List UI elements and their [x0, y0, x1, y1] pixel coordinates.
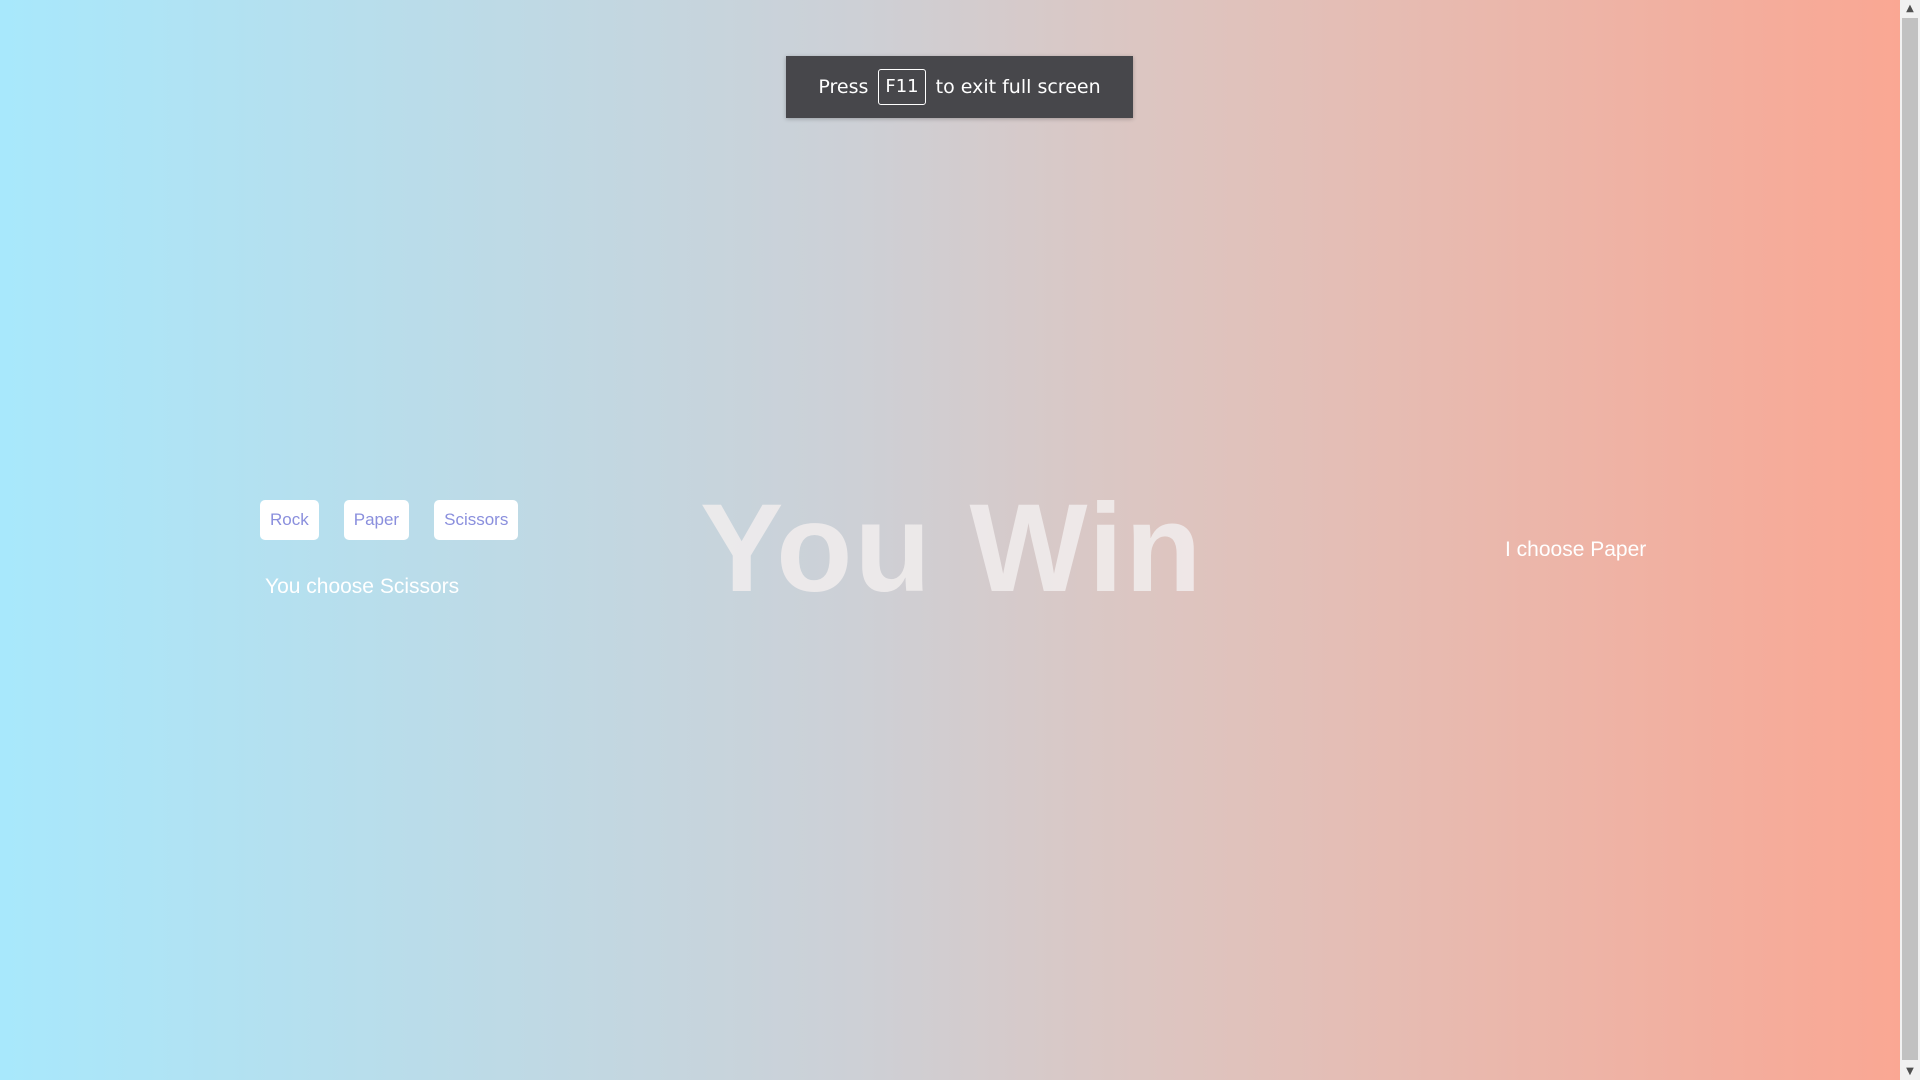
f11-key-badge: F11: [878, 69, 926, 105]
rock-button[interactable]: Rock: [260, 500, 319, 540]
scrollbar-thumb[interactable]: [1902, 18, 1918, 1060]
game-page: Press F11 to exit full screen Rock Paper…: [0, 0, 1900, 1080]
fullscreen-notice-suffix: to exit full screen: [935, 76, 1101, 98]
scroll-up-icon[interactable]: ▲: [1900, 0, 1920, 17]
fullscreen-exit-notice: Press F11 to exit full screen: [786, 56, 1133, 118]
scroll-down-icon[interactable]: ▼: [1900, 1063, 1920, 1080]
paper-button[interactable]: Paper: [343, 500, 410, 540]
result-text: You Win: [700, 479, 1204, 618]
computer-choice-text: I choose Paper: [1505, 538, 1647, 561]
vertical-scrollbar[interactable]: ▲ ▼: [1900, 0, 1920, 1080]
user-choice-text: You choose Scissors: [265, 575, 460, 598]
choice-buttons: Rock Paper Scissors: [260, 500, 519, 540]
scissors-button[interactable]: Scissors: [434, 500, 519, 540]
fullscreen-notice-prefix: Press: [818, 76, 869, 98]
